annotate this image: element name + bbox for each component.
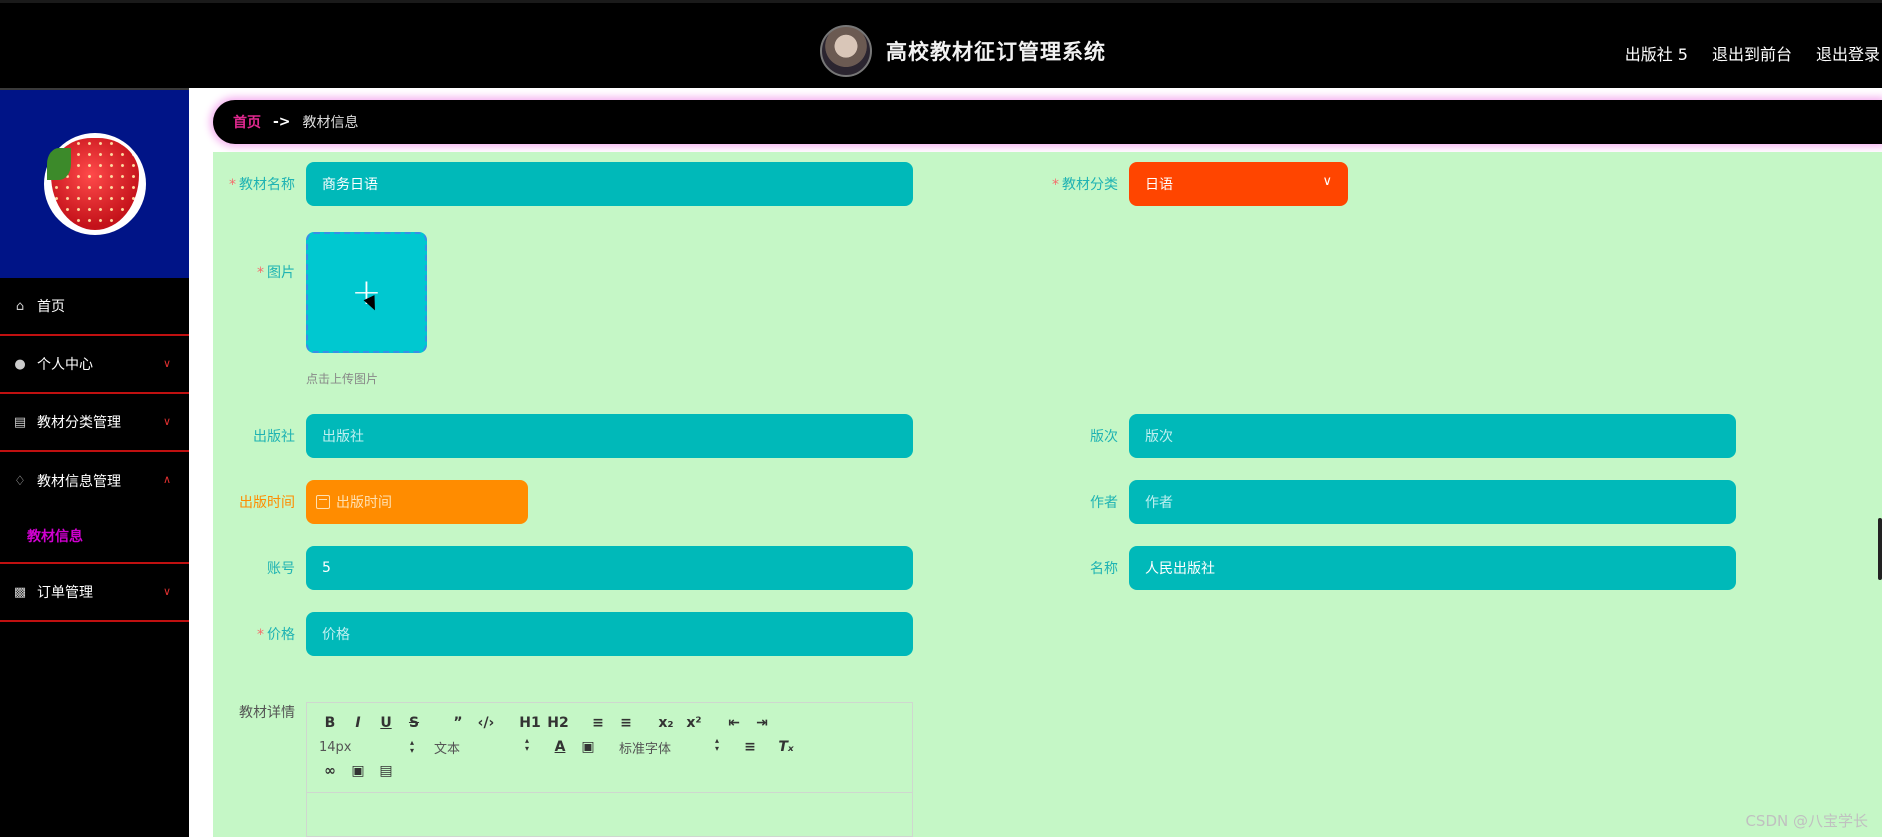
background-color-icon[interactable]: ▣ [577,739,599,755]
textbook-name-input[interactable]: 商务日语 [306,162,913,206]
bold-button[interactable]: B [319,715,341,731]
watermark: CSDN @八宝学长 [1745,812,1868,830]
upload-hint: 点击上传图片 [306,372,379,386]
breadcrumb-separator: -> [273,114,291,130]
text-style-select[interactable]: 文本 [434,737,549,757]
brand: 高校教材征订管理系统 [820,23,1106,79]
publisher-name-label: 名称 [1090,561,1118,577]
top-links: 出版社 5 退出到前台 退出登录 [1625,41,1880,65]
home-icon: ⌂ [15,298,25,314]
logout-link[interactable]: 退出登录 [1816,41,1880,65]
profile-area [0,88,189,278]
chevron-down-icon: ∨ [162,585,171,598]
category-icon: ▤ [13,414,27,430]
font-size-select[interactable]: 14px [319,739,434,755]
avatar [43,133,146,235]
bullet-list-icon[interactable]: ≡ [615,715,637,731]
sidebar: ⌂ 首页 ● 个人中心 ∨ ▤ 教材分类管理 ∨ ♢ 教材信息管理 ∧ 教材信息… [0,88,189,837]
price-input[interactable]: 价格 [306,612,913,656]
sidebar-item-orders[interactable]: ▩ 订单管理 ∨ [0,564,189,622]
price-label: * 价格 [257,627,295,643]
sidebar-item-label: 教材信息管理 [37,474,121,490]
author-input[interactable]: 作者 [1129,480,1736,524]
rich-text-editor: B I U S ” ‹/› H1 H2 ≡ ≡ x₂ x² ⇤ ⇥ 14px ▴… [306,702,913,837]
breadcrumb-home[interactable]: 首页 [233,112,261,132]
sidebar-item-personal[interactable]: ● 个人中心 ∨ [0,336,189,394]
chevron-down-icon: ∨ [162,415,171,428]
italic-button[interactable]: I [347,715,369,731]
category-label: * 教材分类 [1052,177,1118,193]
h2-button[interactable]: H2 [547,715,569,731]
edition-label: 版次 [1090,429,1118,445]
chevron-up-icon: ∧ [162,473,171,486]
font-color-icon[interactable]: A [549,739,571,755]
category-select[interactable]: 日语 ∨ [1129,162,1348,206]
brand-avatar [820,25,872,77]
code-icon[interactable]: ‹/› [475,715,497,731]
publisher-input[interactable]: 出版社 [306,414,913,458]
order-icon: ▩ [13,584,27,600]
sidebar-item-textbook[interactable]: ♢ 教材信息管理 ∧ [0,452,189,510]
pubdate-label: 出版时间 [239,495,295,511]
sidebar-item-label: 教材分类管理 [37,415,121,431]
outdent-icon[interactable]: ⇤ [723,715,745,731]
bell-icon: ♢ [14,473,26,489]
form-panel: * 教材名称 商务日语 * 教材分类 日语 ∨ * 图片 + 点击上传图片 出版社 出… [213,152,1882,837]
account-input[interactable]: 5 [306,546,913,590]
exit-to-front-link[interactable]: 退出到前台 [1712,41,1792,65]
breadcrumb: 首页 -> 教材信息 [213,100,1882,144]
sidebar-item-label: 首页 [37,299,65,315]
user-icon: ● [14,356,26,372]
image-label: * 图片 [257,265,295,281]
main-content: 首页 -> 教材信息 * 教材名称 商务日语 * 教材分类 日语 ∨ * 图片 + 点… [189,88,1882,837]
align-icon[interactable]: ≡ [739,739,761,755]
chevron-down-icon: ∨ [1322,174,1332,189]
image-icon[interactable]: ▣ [347,763,369,779]
quote-icon[interactable]: ” [447,715,469,731]
font-family-select[interactable]: 标准字体 [619,737,739,757]
chevron-down-icon: ∨ [162,357,171,370]
name-label: * 教材名称 [229,177,295,193]
clear-format-icon[interactable]: Tₓ [775,739,797,755]
sidebar-item-home[interactable]: ⌂ 首页 [0,278,189,336]
breadcrumb-current: 教材信息 [302,115,359,131]
strawberry-image [46,138,139,230]
detail-label: 教材详情 [239,705,295,721]
ordered-list-icon[interactable]: ≡ [587,715,609,731]
account-label: 账号 [267,561,295,577]
subscript-button[interactable]: x₂ [655,715,677,731]
edition-input[interactable]: 版次 [1129,414,1736,458]
publisher-name-input[interactable]: 人民出版社 [1129,546,1736,590]
editor-toolbar: B I U S ” ‹/› H1 H2 ≡ ≡ x₂ x² ⇤ ⇥ 14px ▴… [307,703,912,793]
sidebar-item-label: 订单管理 [37,585,93,601]
sidebar-subitem-textbook-info[interactable]: 教材信息 [0,510,189,564]
sidebar-item-category[interactable]: ▤ 教材分类管理 ∨ [0,394,189,452]
video-icon[interactable]: ▤ [375,763,397,779]
superscript-button[interactable]: x² [683,715,705,731]
app-title: 高校教材征订管理系统 [886,40,1106,64]
calendar-icon [316,495,330,509]
publisher-label: 出版社 [253,429,295,445]
image-upload-button[interactable]: + [306,232,427,353]
h1-button[interactable]: H1 [519,715,541,731]
sidebar-item-label: 个人中心 [37,357,93,373]
top-bar: 高校教材征订管理系统 出版社 5 退出到前台 退出登录 [0,0,1882,88]
underline-button[interactable]: U [375,715,397,731]
current-user-link[interactable]: 出版社 5 [1625,41,1688,65]
indent-icon[interactable]: ⇥ [751,715,773,731]
author-label: 作者 [1090,495,1118,511]
link-icon[interactable]: ∞ [319,763,341,779]
pubdate-picker[interactable]: 出版时间 [306,480,528,524]
scrollbar-handle[interactable] [1878,518,1882,580]
strike-button[interactable]: S [403,715,425,731]
